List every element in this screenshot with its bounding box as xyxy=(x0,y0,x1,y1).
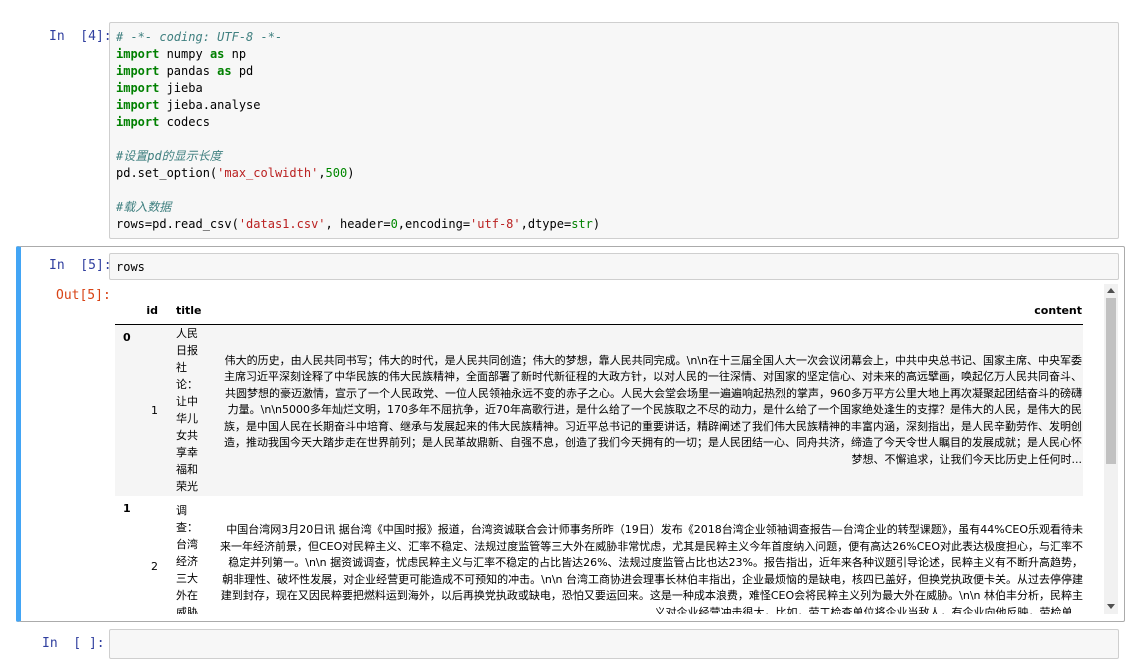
cell-title: 人民日报社论：让中华儿女共享幸福和荣光 xyxy=(176,327,198,494)
code-token: rows=pd.read_csv( xyxy=(116,217,239,231)
code-token: 'max_colwidth' xyxy=(217,166,319,180)
code-token: ) xyxy=(592,217,601,231)
dataframe-header-row: id title content xyxy=(115,298,1083,324)
code-line: import numpy as np xyxy=(116,46,1118,63)
code-line: #载入数据 xyxy=(116,199,1118,216)
scroll-down-arrow-icon[interactable] xyxy=(1107,604,1115,609)
code-line: #设置pd的显示长度 xyxy=(116,148,1118,165)
cell-title: 调查：台湾经济三大外在威胁 xyxy=(176,504,198,614)
code-token: , xyxy=(318,166,326,180)
code-token: import xyxy=(116,64,160,78)
code-token: pandas xyxy=(159,64,218,78)
code-line: import codecs xyxy=(116,114,1118,131)
code-token: ) xyxy=(347,166,355,180)
code-line: import jieba.analyse xyxy=(116,97,1118,114)
table-row: 0 1 人民日报社论：让中华儿女共享幸福和荣光 伟大的历史，由人民共同书写；伟大… xyxy=(115,324,1083,496)
header-id: id xyxy=(146,304,158,318)
code-token: pd.set_option( xyxy=(116,166,218,180)
scrollbar-thumb[interactable] xyxy=(1106,298,1116,464)
code-line: import pandas as pd xyxy=(116,63,1118,80)
code-token: 'utf-8' xyxy=(470,217,521,231)
row-index: 1 xyxy=(123,502,131,515)
code-token: #设置pd的显示长度 xyxy=(116,149,222,163)
scroll-up-arrow-icon[interactable] xyxy=(1107,288,1115,293)
header-index xyxy=(115,298,143,324)
code-line: rows=pd.read_csv('datas1.csv', header=0,… xyxy=(116,216,1118,233)
cell5-out-prompt: Out[5]: xyxy=(56,288,111,303)
cell4-code-editor[interactable]: # -*- coding: UTF-8 -*- import numpy as n… xyxy=(109,22,1119,239)
code-token: ,encoding= xyxy=(397,217,471,231)
code-token: ,dtype= xyxy=(520,217,572,231)
code-token: import xyxy=(116,47,160,61)
code-token: 'datas1.csv' xyxy=(238,217,326,231)
code-token: # -*- coding: UTF-8 -*- xyxy=(116,30,283,44)
cell5-code-editor[interactable]: rows xyxy=(109,253,1119,280)
code-token: as xyxy=(217,64,232,78)
cell-content: 中国台湾网3月20日讯 据台湾《中国时报》报道，台湾资诚联合会计师事务所昨（19… xyxy=(219,523,1083,614)
cell-id: 1 xyxy=(151,403,158,417)
code-token: jieba xyxy=(159,81,203,95)
dataframe-table: id title content 0 1 人民日报社论：让中华儿女共享幸福和荣光… xyxy=(115,298,1083,614)
output-scrollbar[interactable] xyxy=(1104,284,1118,614)
code-token: , header= xyxy=(325,217,391,231)
row-index: 0 xyxy=(123,330,131,344)
code-token: import xyxy=(116,115,160,129)
cell5-code[interactable]: rows xyxy=(110,254,1118,276)
code-token: jieba.analyse xyxy=(159,98,261,112)
code-token: as xyxy=(209,47,225,61)
code-token: 0 xyxy=(390,217,398,231)
code-line: # -*- coding: UTF-8 -*- xyxy=(116,29,1118,46)
dataframe-output[interactable]: id title content 0 1 人民日报社论：让中华儿女共享幸福和荣光… xyxy=(111,284,1119,614)
code-token: str xyxy=(571,217,593,231)
code-token: codecs xyxy=(159,115,210,129)
cell6-code-editor[interactable] xyxy=(109,629,1119,659)
code-token: #载入数据 xyxy=(116,200,172,214)
cell-content: 伟大的历史，由人民共同书写；伟大的时代，是人民共同创造；伟大的梦想，靠人民共同完… xyxy=(224,353,1082,466)
code-line: pd.set_option('max_colwidth',500) xyxy=(116,165,1118,182)
code-token: 500 xyxy=(325,166,348,180)
code-token: pd xyxy=(231,64,254,78)
cell5-in-prompt: In [5]: xyxy=(49,258,112,273)
cell4-code[interactable]: # -*- coding: UTF-8 -*- import numpy as n… xyxy=(110,23,1118,233)
code-token: np xyxy=(224,47,247,61)
code-token: import xyxy=(116,81,160,95)
header-title: title xyxy=(176,304,202,318)
code-token: import xyxy=(116,98,160,112)
code-token: numpy xyxy=(159,47,210,61)
cell4-in-prompt: In [4]: xyxy=(49,29,112,44)
table-row: 1 2 调查：台湾经济三大外在威胁 中国台湾网3月20日讯 据台湾《中国时报》报… xyxy=(115,496,1083,614)
cell6-in-prompt: In [ ]: xyxy=(42,636,105,651)
code-line: import jieba xyxy=(116,80,1118,97)
header-content: content xyxy=(1034,304,1082,318)
cell-id: 2 xyxy=(151,559,158,573)
